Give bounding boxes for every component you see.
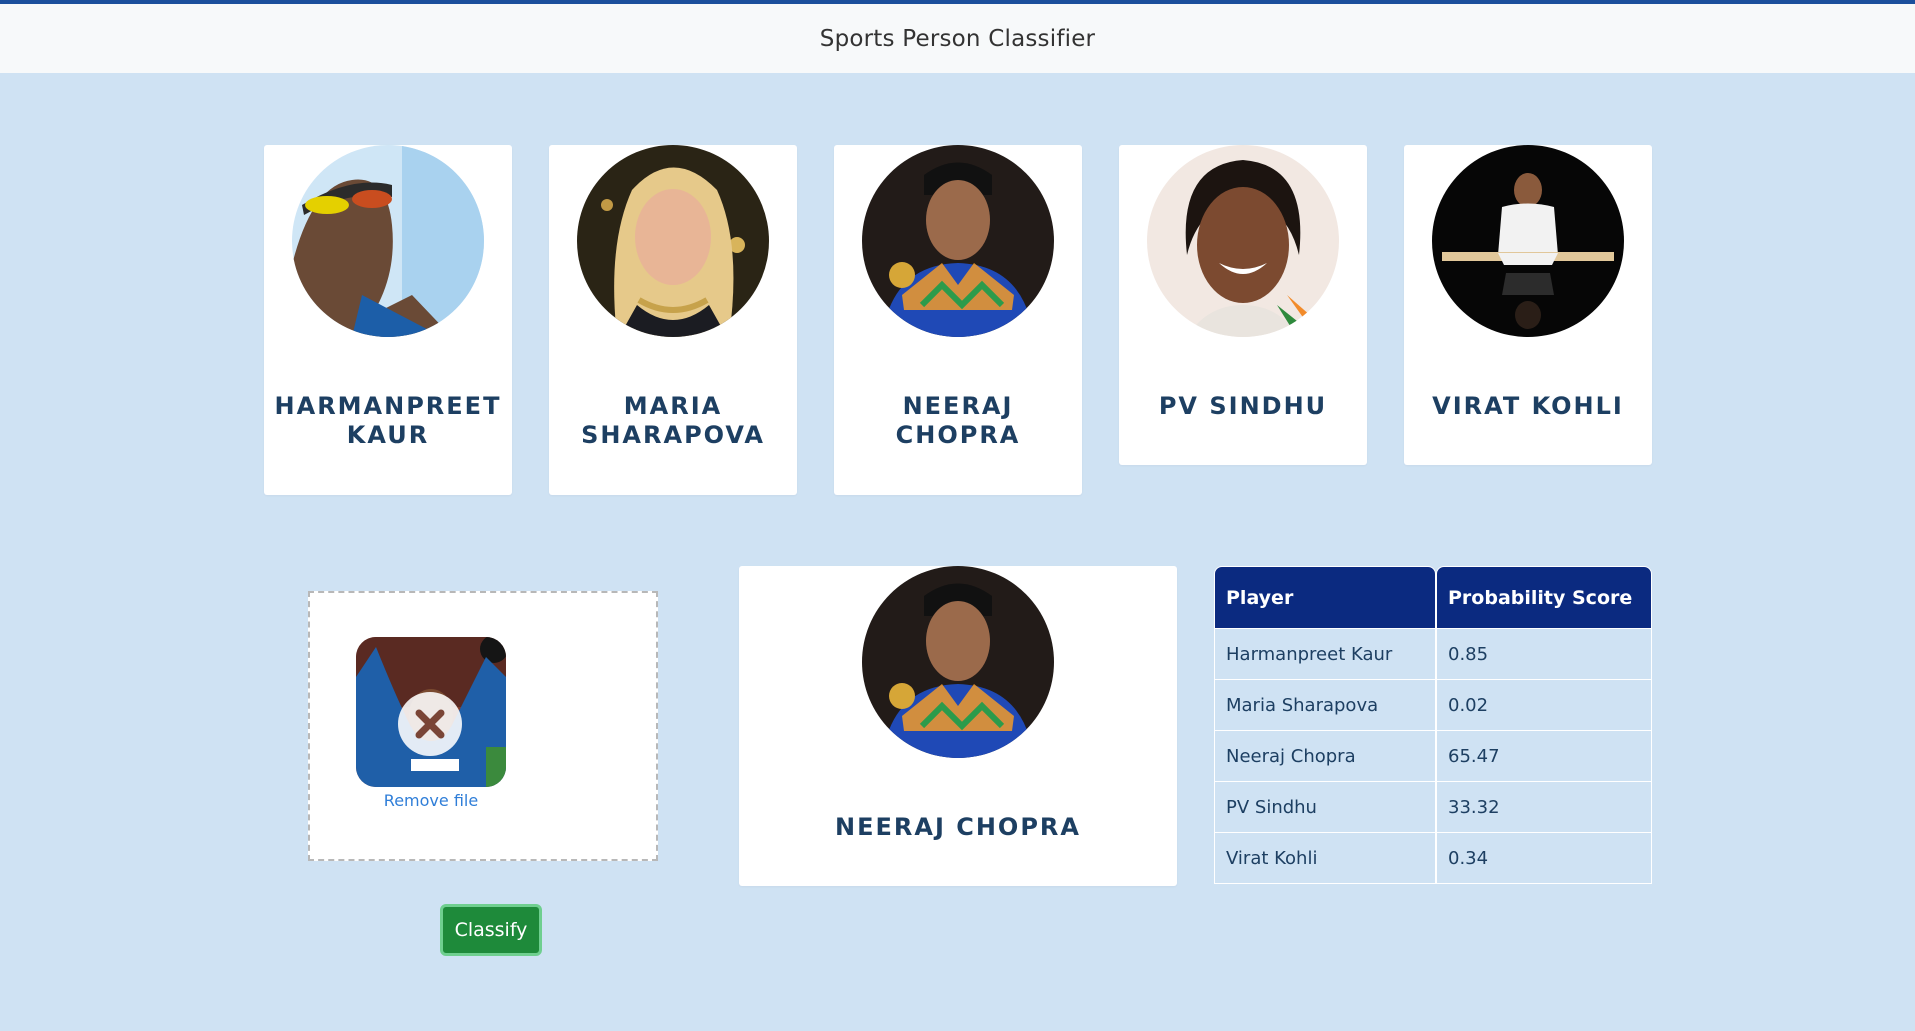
table-row: Harmanpreet Kaur 0.85 <box>1214 629 1652 680</box>
player-card-neeraj-chopra: Neeraj Chopra <box>834 145 1082 495</box>
cell-score: 33.32 <box>1436 782 1652 833</box>
player-name: PV Sindhu <box>1158 392 1328 420</box>
virat-kohli-photo <box>1432 145 1624 337</box>
player-name: Neeraj Chopra <box>895 392 1021 449</box>
maria-sharapova-photo <box>577 145 769 337</box>
player-name: Harmanpreet Kaur <box>274 392 502 449</box>
probability-score-table: Player Probability Score Harmanpreet Kau… <box>1214 566 1652 884</box>
cell-score: 65.47 <box>1436 731 1652 782</box>
table-row: PV Sindhu 33.32 <box>1214 782 1652 833</box>
cell-score: 0.85 <box>1436 629 1652 680</box>
top-navbar: Sports Person Classifier <box>0 0 1915 73</box>
remove-file-icon[interactable] <box>398 692 462 756</box>
player-name: Virat Kohli <box>1432 392 1624 420</box>
app-title: Sports Person Classifier <box>819 25 1096 52</box>
classify-button[interactable]: Classify <box>440 904 542 956</box>
result-player-name: Neeraj Chopra <box>835 813 1081 841</box>
cell-score: 0.34 <box>1436 833 1652 884</box>
player-card-maria-sharapova: Maria Sharapova <box>549 145 797 495</box>
player-name: Maria Sharapova <box>581 392 765 449</box>
table-row: Neeraj Chopra 65.47 <box>1214 731 1652 782</box>
result-card: Neeraj Chopra <box>739 566 1177 886</box>
player-card-virat-kohli: Virat Kohli <box>1404 145 1652 465</box>
cell-player: PV Sindhu <box>1214 782 1436 833</box>
cell-player: Maria Sharapova <box>1214 680 1436 731</box>
cell-score: 0.02 <box>1436 680 1652 731</box>
harmanpreet-kaur-photo <box>292 145 484 337</box>
table-row: Maria Sharapova 0.02 <box>1214 680 1652 731</box>
uploaded-image-thumbnail <box>356 637 506 787</box>
table-row: Virat Kohli 0.34 <box>1214 833 1652 884</box>
cell-player: Virat Kohli <box>1214 833 1436 884</box>
cell-player: Harmanpreet Kaur <box>1214 629 1436 680</box>
column-header-player: Player <box>1214 566 1436 629</box>
neeraj-chopra-photo <box>862 145 1054 337</box>
column-header-probability-score: Probability Score <box>1436 566 1652 629</box>
result-photo <box>862 566 1054 758</box>
player-card-pv-sindhu: PV Sindhu <box>1119 145 1367 465</box>
cell-player: Neeraj Chopra <box>1214 731 1436 782</box>
image-dropzone[interactable]: Remove file <box>308 591 658 861</box>
remove-file-link[interactable]: Remove file <box>356 791 506 810</box>
pv-sindhu-photo <box>1147 145 1339 337</box>
player-card-harmanpreet-kaur: Harmanpreet Kaur <box>264 145 512 495</box>
